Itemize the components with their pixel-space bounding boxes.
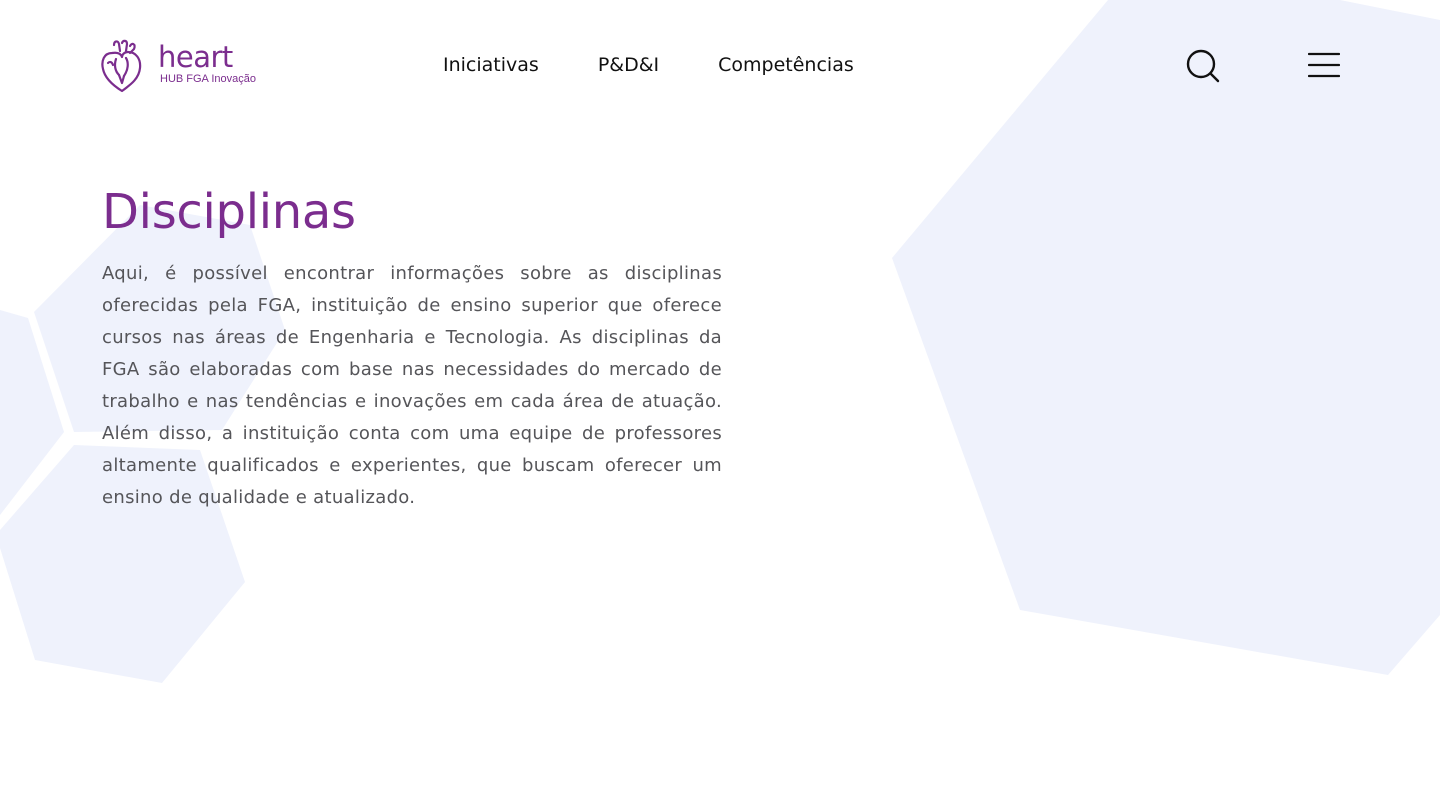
logo-wordmark: heart <box>158 40 233 74</box>
nav-link-iniciativas[interactable]: Iniciativas <box>443 54 539 76</box>
search-button[interactable] <box>1185 48 1221 84</box>
hamburger-menu-icon <box>1307 52 1341 78</box>
nav-link-competencias[interactable]: Competências <box>718 54 854 76</box>
main-nav: Iniciativas P&D&I Competências <box>443 54 854 76</box>
logo-subtitle: HUB FGA Inovação <box>160 73 256 85</box>
page-title: Disciplinas <box>102 184 356 240</box>
page: heart HUB FGA Inovação Iniciativas P&D&I… <box>0 0 1440 800</box>
nav-link-pdi[interactable]: P&D&I <box>598 54 659 76</box>
main-content: Disciplinas Aqui, é possível encontrar i… <box>102 180 722 514</box>
logo-link[interactable]: heart HUB FGA Inovação <box>100 38 270 94</box>
site-header: heart HUB FGA Inovação Iniciativas P&D&I… <box>0 0 1440 130</box>
logo-text: heart HUB FGA Inovação <box>158 43 256 85</box>
anatomical-heart-icon <box>101 39 142 93</box>
search-icon <box>1186 49 1220 83</box>
page-description: Aqui, é possível encontrar informações s… <box>102 263 722 508</box>
menu-button[interactable] <box>1307 52 1341 80</box>
